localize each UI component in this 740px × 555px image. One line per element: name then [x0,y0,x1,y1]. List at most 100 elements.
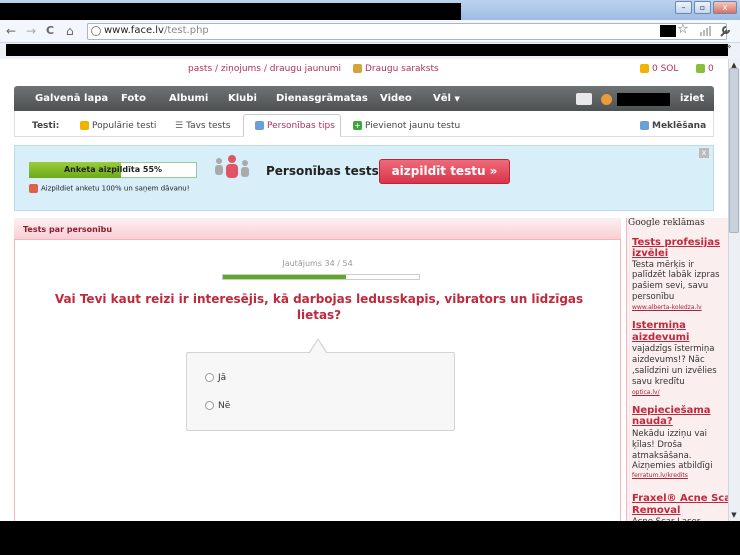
ads-header: Google reklāmas [628,218,705,228]
wrench-icon[interactable] [718,24,732,38]
ad-1-desc-line3: pašiem sevi, savu [632,281,709,291]
forward-icon[interactable]: → [26,24,36,38]
ad-3-title-line1[interactable]: Nepieciešama [632,405,728,416]
answers-box [186,352,455,431]
radio-yes[interactable] [205,373,214,382]
personality-people-icon [212,153,250,181]
maximize-button[interactable]: ▫ [694,1,711,14]
tab-personality-label: Personības tips [267,121,335,131]
ad-4-title-line2[interactable]: Removal [632,505,728,516]
tab-your-test-label: Tavs tests [186,121,231,131]
ad-3-desc-line4: Aizņemies atbildīgi [632,461,713,471]
plus-icon: + [353,121,362,130]
search-link[interactable]: Meklēšana [640,121,706,131]
ad-1-title-line2[interactable]: izvēlei [632,248,728,259]
list-icon: ☰ [175,121,184,131]
question-text: Vai Tevi kaut reizi ir interesējis, kā d… [54,292,584,322]
tests-label: Testi: [32,121,60,131]
url-text[interactable]: www.face.lv/test.php [104,25,209,36]
nav-item-photo[interactable]: Foto [121,93,146,104]
close-icon[interactable]: x [699,148,709,158]
ad-1-desc-line4: personību [632,292,675,302]
tab-popular-label: Populārie testi [92,121,157,131]
redacted-username [617,93,670,106]
add-test-label: Pievienot jaunu testu [365,121,461,131]
ad-1-desc-line1: Testa mērķis ir [632,260,694,270]
fill-test-button[interactable]: aizpildīt testu » [379,159,510,184]
gift-notice[interactable]: Aizpildiet anketu 100% un saņem dāvanu! [29,184,199,194]
tab-your-test[interactable]: ☰ Tavs tests [175,121,230,131]
ad-2-title-line1[interactable]: Istermiņa [632,320,728,331]
ad-3-title-line2[interactable]: nauda? [632,416,728,427]
coins-balance[interactable]: 0 [696,64,714,74]
ad-2-desc-line2: aizdevums!? Nāc [632,355,705,365]
answer-option-yes[interactable]: Jā [205,373,226,383]
answer-option-no[interactable]: Nē [205,401,230,411]
nav-item-video[interactable]: Video [380,93,412,104]
answer-no-label: Nē [218,401,231,411]
tab-personality-label-wrap[interactable]: Personības tips [255,121,335,131]
answers-caret-inner [310,340,326,353]
friends-list-label: Draugu saraksts [365,64,439,74]
friends-icon [353,64,362,73]
ad-2-desc-line3: ,salīdzini un izvēlies [632,366,717,376]
ad-2-url[interactable]: optica.lv/ [632,389,660,396]
ad-1-url[interactable]: www.alberta-koledza.lv [632,304,702,311]
people-icon [255,121,264,130]
url-domain: www.face.lv [104,25,164,36]
profile-progress-text: Anketa aizpildīta 55% [63,165,163,174]
scrollbar-thumb[interactable] [729,68,739,233]
signal-icon [700,26,712,36]
coins-label: 0 [708,64,714,74]
question-counter: Jautājums 34 / 54 [282,259,353,268]
ad-4-title-line1[interactable]: Fraxel® Acne Sca [632,493,728,504]
ad-3-url[interactable]: ferratum.lv/kredits [632,472,688,479]
bookmarks-chevron-icon[interactable]: » [726,42,732,52]
ad-1-desc-line2: palīdzēt labāk izpras [632,270,720,280]
sol-balance[interactable]: 0 SOL [640,64,678,74]
question-progress-fill [223,275,346,279]
star-icon[interactable]: ☆ [677,22,689,37]
sol-label: 0 SOL [652,64,679,74]
page-icon [91,26,101,36]
search-people-icon [640,121,649,130]
top-links[interactable]: pasts / ziņojums / draugu jaunumi [188,64,341,74]
sol-icon [640,64,649,73]
minimize-button[interactable]: – [675,1,692,14]
ad-3-desc-line2: ķīlas! Droša [632,440,683,450]
gift-icon [29,184,38,193]
logout-link[interactable]: iziet [680,93,704,104]
nav-more-label: Vēl [433,93,451,104]
nav-item-home[interactable]: Galvenā lapa [35,93,108,104]
url-path: /test.php [163,25,209,36]
ad-2-title-line2[interactable]: aizdevumi [632,332,728,343]
close-window-button[interactable]: x [713,1,737,14]
answer-yes-label: Jā [218,373,227,383]
nav-item-clubs[interactable]: Klubi [228,93,257,104]
nav-item-diaries[interactable]: Dienasgrāmatas [276,93,368,104]
coins-icon [696,64,705,73]
home-icon[interactable]: ⌂ [66,24,74,38]
redacted-bookmarks [6,44,728,56]
star-icon [80,121,89,130]
sound-icon[interactable] [576,93,592,105]
redacted-taskbar [0,521,740,555]
ad-1-title-line1[interactable]: Tests profesijas [632,237,728,248]
add-test-link[interactable]: + Pievienot jaunu testu [353,121,460,131]
ads-header-text: Google reklāmas [628,218,705,228]
reload-icon[interactable]: C [46,24,54,37]
nav-item-more[interactable]: Vēl ▼ [433,93,460,104]
user-avatar-icon[interactable] [601,94,612,105]
nav-item-albums[interactable]: Albumi [169,93,208,104]
redacted-extension [660,25,676,37]
scroll-down-icon[interactable]: ▼ [729,511,739,520]
search-label: Meklēšana [652,121,707,131]
ad-3-desc-line3: atmaksāšana. [632,451,692,461]
chevron-down-icon: ▼ [454,95,460,103]
radio-no[interactable] [205,401,214,410]
friends-list-link[interactable]: Draugu saraksts [353,64,439,74]
back-icon[interactable]: ← [6,24,16,38]
test-panel-title: Tests par personību [23,225,113,234]
ad-2-desc-line4: savu kredītu [632,377,685,387]
tab-popular-tests[interactable]: Populārie testi [80,121,156,131]
